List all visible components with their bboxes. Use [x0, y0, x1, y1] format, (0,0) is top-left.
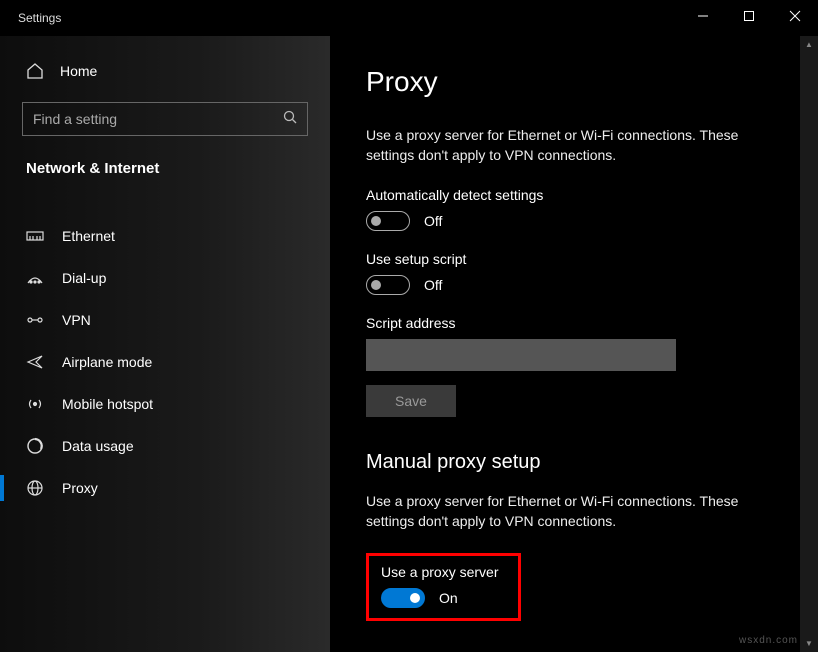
sidebar-item-label: Dial-up — [62, 270, 106, 286]
maximize-icon — [744, 11, 754, 21]
use-proxy-toggle[interactable] — [381, 588, 425, 608]
use-proxy-state: On — [439, 590, 458, 606]
auto-detect-label: Automatically detect settings — [366, 187, 782, 203]
page-title: Proxy — [366, 66, 782, 98]
window-controls — [680, 0, 818, 36]
script-address-input[interactable] — [366, 339, 676, 371]
search-box[interactable] — [22, 102, 308, 136]
search-input[interactable] — [33, 111, 283, 127]
manual-proxy-heading: Manual proxy setup — [366, 451, 782, 474]
sidebar-item-label: Mobile hotspot — [62, 396, 153, 412]
airplane-icon — [26, 353, 44, 371]
sidebar-item-proxy[interactable]: Proxy — [0, 467, 330, 509]
maximize-button[interactable] — [726, 0, 772, 32]
close-icon — [790, 11, 800, 21]
scroll-up-icon: ▲ — [800, 40, 818, 49]
scroll-down-icon: ▼ — [800, 639, 818, 648]
titlebar: Settings — [0, 0, 818, 36]
hotspot-icon — [26, 395, 44, 413]
proxy-icon — [26, 479, 44, 497]
nav-list: Ethernet Dial-up VPN — [0, 215, 330, 509]
minimize-button[interactable] — [680, 0, 726, 32]
content-pane: Proxy Use a proxy server for Ethernet or… — [330, 36, 818, 652]
sidebar-item-ethernet[interactable]: Ethernet — [0, 215, 330, 257]
minimize-icon — [698, 11, 708, 21]
sidebar-item-vpn[interactable]: VPN — [0, 299, 330, 341]
sidebar-item-dialup[interactable]: Dial-up — [0, 257, 330, 299]
sidebar-item-hotspot[interactable]: Mobile hotspot — [0, 383, 330, 425]
sidebar-item-label: Proxy — [62, 480, 98, 496]
search-icon — [283, 110, 297, 129]
use-script-label: Use setup script — [366, 251, 782, 267]
auto-detect-toggle[interactable] — [366, 211, 410, 231]
home-icon — [26, 62, 44, 80]
sidebar-item-label: VPN — [62, 312, 91, 328]
ethernet-icon — [26, 227, 44, 245]
category-heading: Network & Internet — [0, 156, 330, 193]
use-script-toggle[interactable] — [366, 275, 410, 295]
vpn-icon — [26, 311, 44, 329]
home-label: Home — [60, 63, 97, 79]
home-nav[interactable]: Home — [0, 54, 330, 88]
use-proxy-label: Use a proxy server — [381, 564, 506, 580]
save-button[interactable]: Save — [366, 385, 456, 417]
data-usage-icon — [26, 437, 44, 455]
close-button[interactable] — [772, 0, 818, 32]
dialup-icon — [26, 269, 44, 287]
sidebar-item-label: Ethernet — [62, 228, 115, 244]
highlight-box: Use a proxy server On — [366, 553, 521, 621]
auto-proxy-description: Use a proxy server for Ethernet or Wi-Fi… — [366, 126, 782, 165]
sidebar-item-label: Airplane mode — [62, 354, 152, 370]
scrollbar[interactable]: ▲ ▼ — [800, 36, 818, 652]
manual-proxy-description: Use a proxy server for Ethernet or Wi-Fi… — [366, 492, 782, 531]
watermark: wsxdn.com — [739, 635, 798, 646]
sidebar: Home Network & Internet Ethernet — [0, 36, 330, 652]
sidebar-item-datausage[interactable]: Data usage — [0, 425, 330, 467]
use-script-state: Off — [424, 277, 442, 293]
sidebar-item-airplane[interactable]: Airplane mode — [0, 341, 330, 383]
script-address-label: Script address — [366, 315, 782, 331]
auto-detect-state: Off — [424, 213, 442, 229]
window-title: Settings — [18, 11, 61, 25]
sidebar-item-label: Data usage — [62, 438, 134, 454]
